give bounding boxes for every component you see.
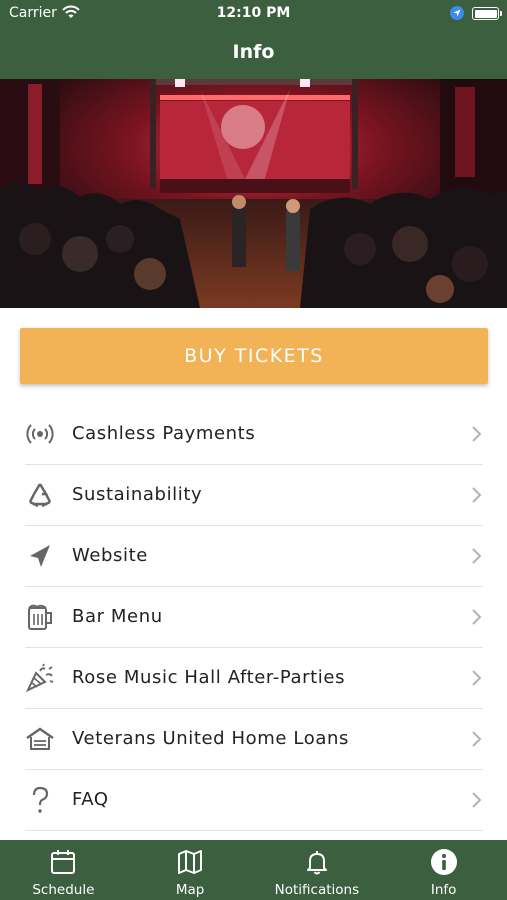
question-mark-icon [32, 786, 49, 813]
tab-label: Info [430, 882, 457, 898]
chevron-right-icon [472, 426, 482, 442]
menu-item-cashless-payments[interactable]: Cashless Payments [25, 404, 483, 465]
menu-item-after-parties[interactable]: Rose Music Hall After-Parties [25, 648, 483, 709]
menu-item-label: Bar Menu [72, 606, 163, 627]
tab-label: Schedule [32, 882, 95, 898]
header: Carrier 12:10 PM Info [0, 0, 507, 79]
menu-item-veterans-united[interactable]: Veterans United Home Loans [25, 709, 483, 770]
tab-notifications[interactable]: Notifications [254, 840, 381, 900]
chevron-right-icon [472, 487, 482, 503]
page-title: Info [232, 41, 275, 63]
tab-label: Notifications [274, 882, 360, 898]
tab-label: Map [175, 882, 205, 898]
broadcast-icon [26, 424, 54, 444]
calendar-icon [51, 850, 76, 874]
map-icon [178, 850, 203, 874]
tab-map[interactable]: Map [127, 840, 254, 900]
chevron-right-icon [472, 670, 482, 686]
bell-icon [306, 851, 327, 875]
menu-item-label: FAQ [72, 789, 109, 810]
status-bar: Carrier 12:10 PM [0, 0, 507, 28]
menu-item-label: Sustainability [72, 484, 203, 505]
menu-item-faq[interactable]: FAQ [25, 770, 483, 831]
house-icon [26, 727, 54, 750]
battery-icon [472, 7, 502, 20]
status-time: 12:10 PM [216, 5, 291, 21]
recycle-icon [28, 483, 52, 508]
chevron-right-icon [472, 548, 482, 564]
buy-tickets-button[interactable]: BUY TICKETS [20, 328, 488, 384]
info-menu-list: Cashless Payments Sustainability Website… [25, 404, 483, 831]
menu-item-label: Cashless Payments [72, 423, 256, 444]
navigation-arrow-icon [30, 545, 50, 567]
menu-item-sustainability[interactable]: Sustainability [25, 465, 483, 526]
chevron-right-icon [472, 792, 482, 808]
menu-item-label: Veterans United Home Loans [72, 728, 349, 749]
party-popper-icon [25, 663, 54, 693]
tab-bar: Schedule Map Notifications Info [0, 840, 507, 900]
menu-item-label: Rose Music Hall After-Parties [72, 667, 346, 688]
chevron-right-icon [472, 609, 482, 625]
menu-item-bar-menu[interactable]: Bar Menu [25, 587, 483, 648]
chevron-right-icon [472, 731, 482, 747]
info-icon [430, 849, 457, 875]
menu-item-website[interactable]: Website [25, 526, 483, 587]
beer-mug-icon [28, 604, 52, 630]
tab-schedule[interactable]: Schedule [0, 840, 127, 900]
location-arrow-icon [450, 6, 464, 20]
menu-item-label: Website [72, 545, 148, 566]
tab-info[interactable]: Info [380, 840, 507, 900]
hero-image [0, 79, 507, 308]
